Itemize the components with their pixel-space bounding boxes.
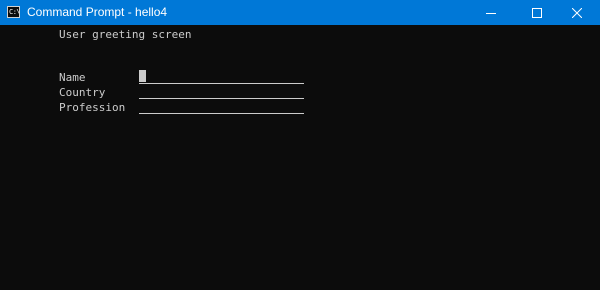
title-bar[interactable]: C:\ Command Prompt - hello4: [0, 0, 600, 25]
country-field[interactable]: [139, 85, 304, 99]
screen-heading: User greeting screen: [59, 28, 192, 41]
window-title: Command Prompt - hello4: [27, 5, 168, 19]
close-icon: [572, 7, 582, 18]
command-prompt-icon[interactable]: C:\: [7, 6, 20, 18]
text-cursor: [139, 70, 146, 82]
name-label: Name: [59, 71, 86, 84]
name-field[interactable]: [139, 70, 304, 84]
console-area[interactable]: User greeting screen Name Country Profes…: [0, 25, 600, 290]
profession-label: Profession: [59, 101, 126, 114]
command-prompt-window: C:\ Command Prompt - hello4 User greetin…: [0, 0, 600, 290]
profession-field[interactable]: [139, 100, 304, 114]
close-button[interactable]: [554, 0, 600, 25]
minimize-button[interactable]: [468, 0, 514, 25]
minimize-icon: [486, 12, 496, 14]
app-icon-glyph: C:\: [9, 8, 20, 16]
country-label: Country: [59, 86, 106, 99]
maximize-icon: [532, 7, 542, 18]
